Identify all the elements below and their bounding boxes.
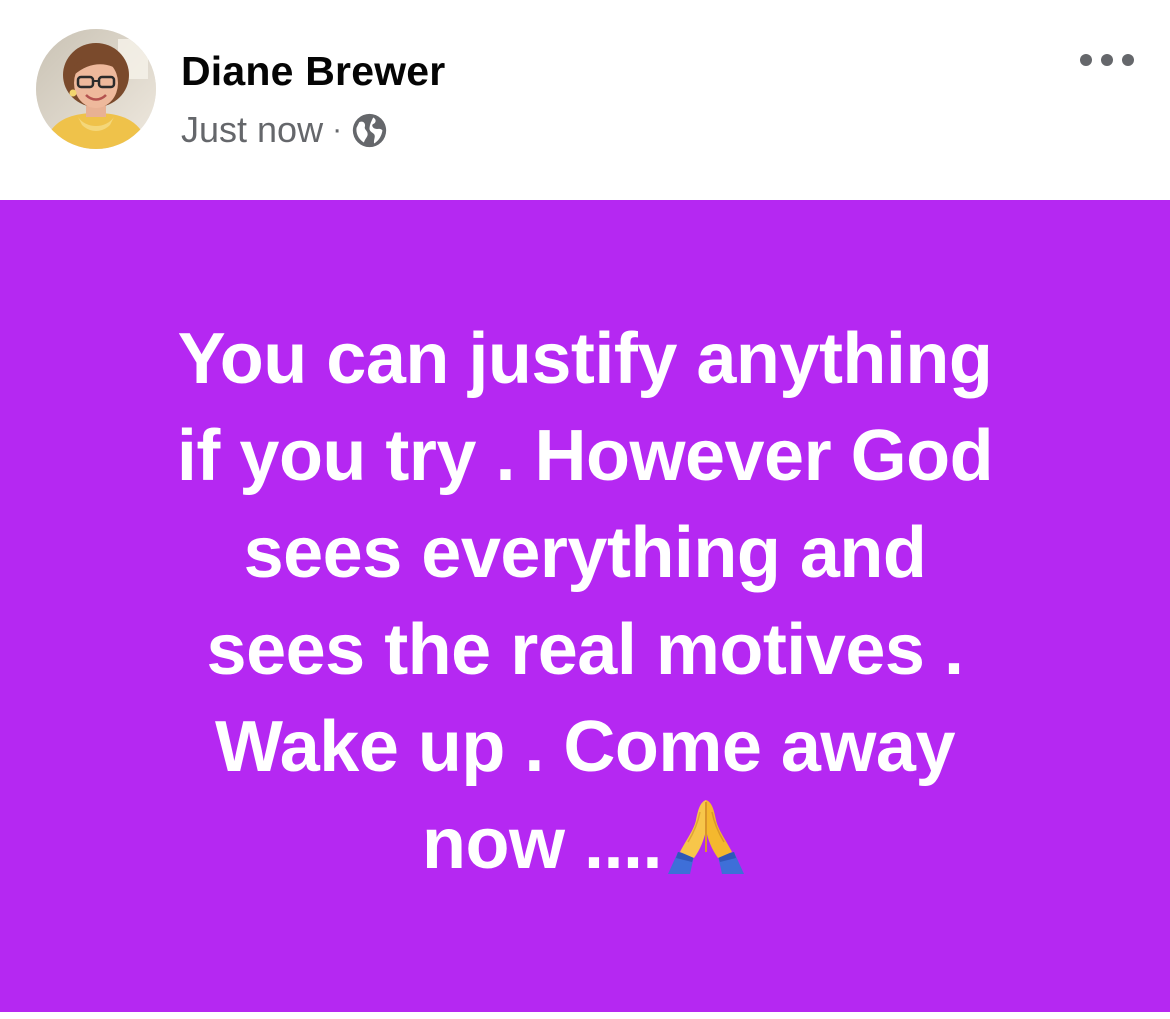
meta-separator: · bbox=[332, 113, 343, 146]
post-text-line: Wake up . Come away bbox=[214, 707, 956, 787]
more-options-icon[interactable] bbox=[1080, 48, 1134, 72]
post-text: You can justify anything if you try . Ho… bbox=[105, 311, 1065, 893]
author-name[interactable]: Diane Brewer bbox=[181, 48, 445, 95]
text-background-card: You can justify anything if you try . Ho… bbox=[0, 200, 1170, 1012]
post-text-line: now .... bbox=[422, 804, 662, 884]
post-text-line: sees the real motives . bbox=[206, 610, 964, 690]
avatar-photo bbox=[36, 29, 156, 149]
more-dot bbox=[1122, 54, 1134, 66]
post-meta: Just now · bbox=[181, 109, 388, 151]
facebook-post: Diane Brewer Just now · You can justify … bbox=[0, 0, 1170, 1019]
post-timestamp[interactable]: Just now bbox=[181, 109, 323, 151]
folded-hands-emoji bbox=[667, 800, 744, 874]
more-dot bbox=[1101, 54, 1113, 66]
more-dot bbox=[1080, 54, 1092, 66]
post-text-line: if you try . However God bbox=[176, 416, 994, 496]
author-avatar[interactable] bbox=[36, 29, 156, 149]
bottom-divider bbox=[0, 1012, 1170, 1019]
post-text-line: sees everything and bbox=[243, 513, 927, 593]
post-header: Diane Brewer Just now · bbox=[0, 0, 1170, 200]
post-text-last-line: now .... bbox=[105, 796, 1065, 893]
post-text-line: You can justify anything bbox=[177, 319, 993, 399]
globe-icon[interactable] bbox=[351, 112, 388, 149]
